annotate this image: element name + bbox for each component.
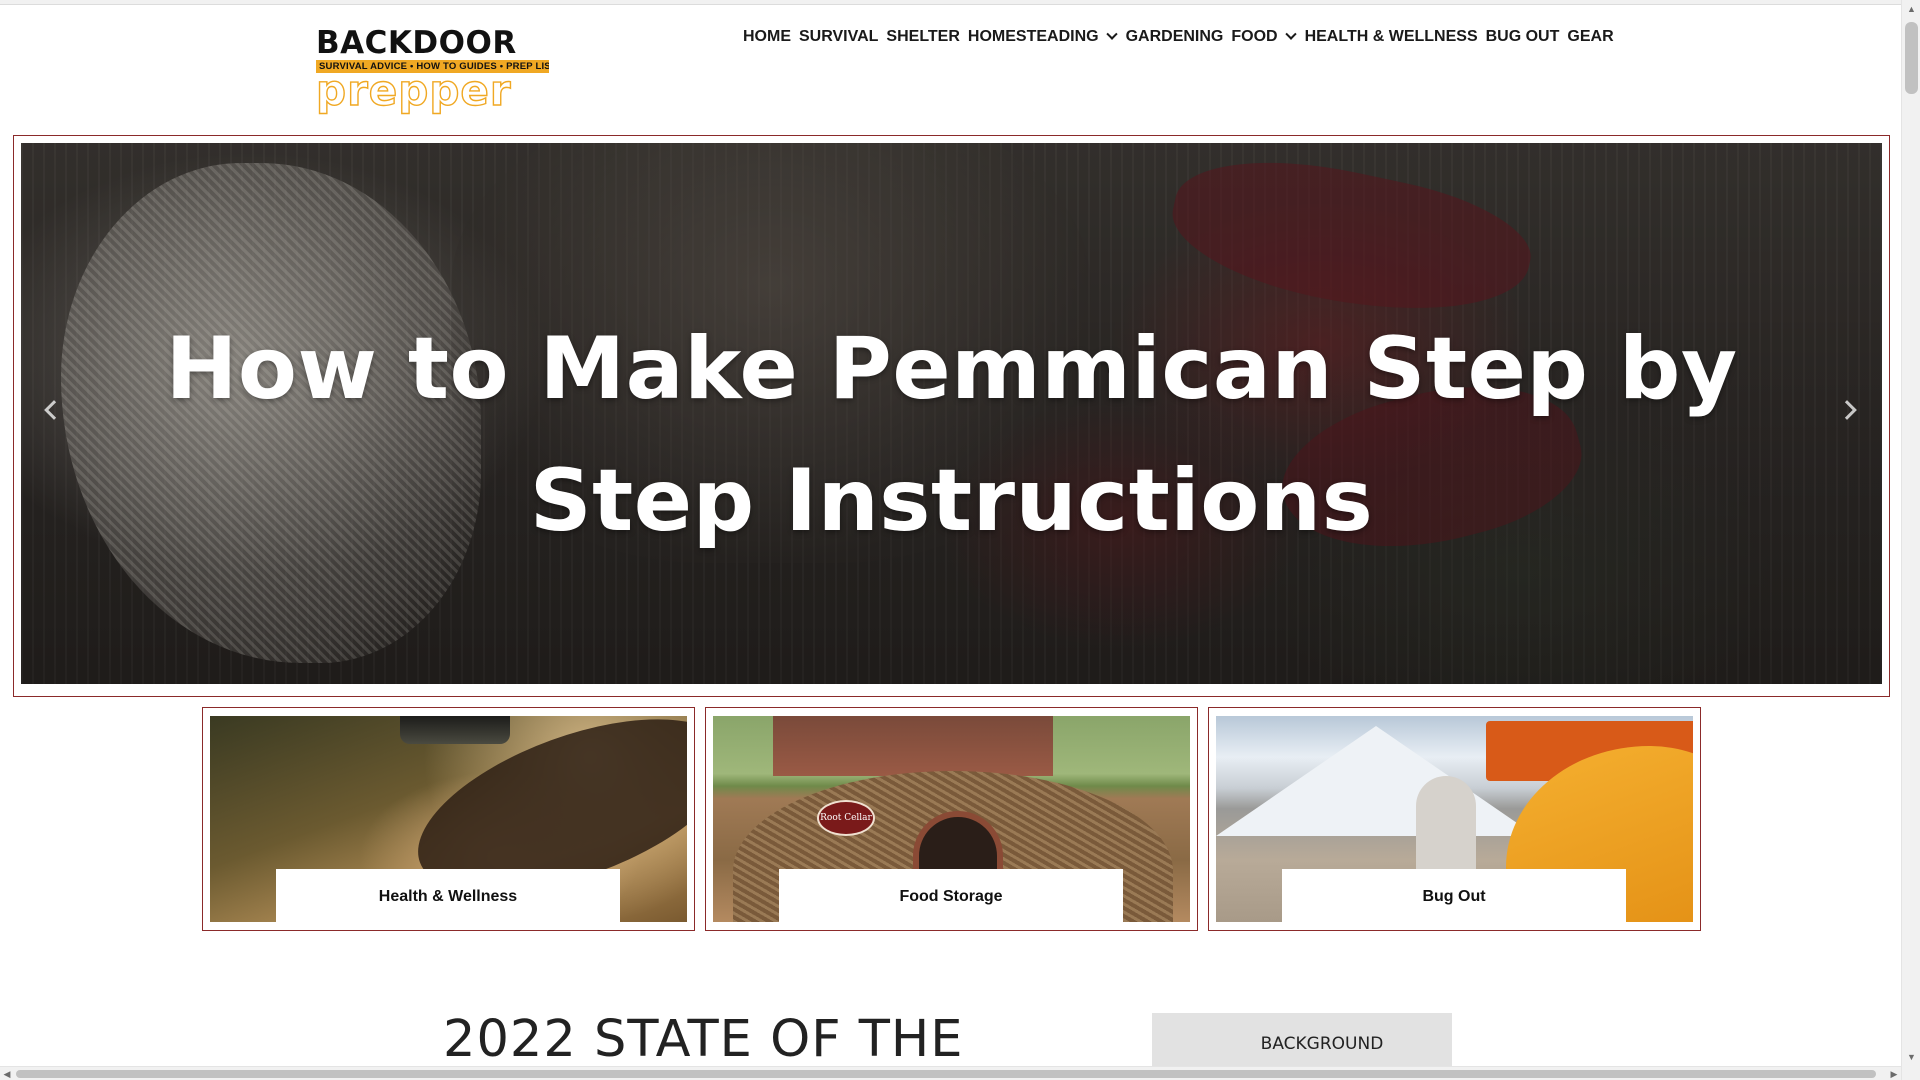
browser-top-edge — [0, 0, 1920, 5]
logo-wordmark-bottom: prepper — [315, 66, 512, 115]
horizontal-scrollbar[interactable]: ◀ ▶ — [0, 1066, 1901, 1080]
card-label-box: Bug Out — [1282, 869, 1626, 929]
section-title: 2022 STATE OF THE — [443, 1010, 964, 1069]
hero-slide[interactable]: How to Make Pemmican Step by Step Instru… — [21, 143, 1882, 684]
vertical-scrollbar-thumb[interactable] — [1905, 22, 1918, 94]
card-label: Health & Wellness — [378, 888, 518, 905]
horizontal-scrollbar-thumb[interactable] — [16, 1070, 1876, 1078]
chevron-left-icon[interactable] — [41, 400, 64, 425]
vertical-scrollbar[interactable]: ▲ ▼ — [1901, 0, 1920, 1080]
background-tab[interactable]: BACKGROUND — [1152, 1013, 1452, 1066]
nav-item-label: BUG OUT — [1485, 28, 1560, 45]
nav-item-label: GARDENING — [1125, 28, 1224, 45]
nav-item-bug-out[interactable]: BUG OUT — [1486, 28, 1560, 46]
card-label: Food Storage — [899, 888, 1003, 905]
faucet-image — [400, 716, 510, 744]
nav-item-gear[interactable]: GEAR — [1567, 28, 1613, 46]
nav-item-survival[interactable]: SURVIVAL — [799, 28, 878, 46]
building-image — [773, 716, 1053, 776]
nav-item-label: HEALTH & WELLNESS — [1304, 28, 1478, 45]
nav-item-label: GEAR — [1567, 28, 1614, 45]
main-nav: HOME SURVIVAL SHELTER HOMESTEADING GARDE… — [743, 26, 1622, 48]
nav-item-label: FOOD — [1231, 28, 1278, 45]
card-label-box: Food Storage — [779, 869, 1123, 929]
nav-item-shelter[interactable]: SHELTER — [886, 28, 959, 46]
scroll-up-icon[interactable]: ▲ — [1905, 2, 1918, 16]
category-card-health-wellness[interactable]: Health & Wellness — [202, 707, 695, 931]
nav-item-homesteading[interactable]: HOMESTEADING — [968, 28, 1118, 46]
chevron-right-icon[interactable] — [1837, 400, 1862, 425]
hero-title[interactable]: How to Make Pemmican Step by Step Instru… — [21, 303, 1882, 567]
card-label-box: Health & Wellness — [276, 869, 620, 929]
background-tab-label: BACKGROUND — [1260, 1034, 1384, 1054]
logo-wordmark-top: BACKDOOR — [316, 25, 517, 61]
site-logo[interactable]: BACKDOOR SURVIVAL ADVICE • HOW TO GUIDES… — [315, 25, 552, 115]
scroll-down-icon[interactable]: ▼ — [1905, 1050, 1918, 1064]
hero-title-line: Step Instructions — [529, 451, 1374, 551]
nav-item-food[interactable]: FOOD — [1231, 28, 1297, 46]
chevron-down-icon[interactable] — [1105, 28, 1118, 40]
card-label: Bug Out — [1422, 888, 1486, 905]
category-card-food-storage[interactable]: Root Cellar Food Storage — [705, 707, 1198, 931]
nav-item-label: HOMESTEADING — [967, 28, 1099, 45]
nav-item-health-wellness[interactable]: HEALTH & WELLNESS — [1305, 28, 1478, 46]
hero-title-line: How to Make Pemmican Step by — [165, 319, 1738, 419]
scroll-left-icon[interactable]: ◀ — [0, 1067, 14, 1080]
nav-item-gardening[interactable]: GARDENING — [1126, 28, 1224, 46]
nav-item-label: SHELTER — [886, 28, 960, 45]
nav-item-label: SURVIVAL — [799, 28, 879, 45]
nav-item-label: HOME — [743, 28, 791, 45]
category-card-bug-out[interactable]: Bug Out — [1208, 707, 1701, 931]
nav-item-home[interactable]: HOME — [743, 28, 791, 46]
chevron-down-icon[interactable] — [1284, 28, 1297, 40]
root-cellar-sign: Root Cellar — [817, 800, 875, 836]
scroll-right-icon[interactable]: ▶ — [1887, 1067, 1901, 1080]
